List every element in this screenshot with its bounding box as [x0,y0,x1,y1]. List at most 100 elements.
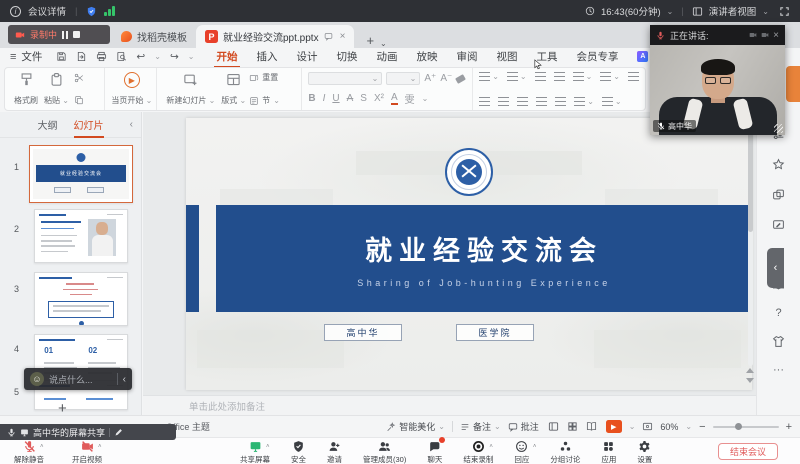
chevron-down-icon[interactable]: ⌄ [762,7,769,16]
normal-view-icon[interactable] [548,421,559,432]
slide-thumbnail-2[interactable] [34,209,128,263]
add-slide-button[interactable]: + [58,400,67,415]
undo-icon[interactable]: ↩ [136,51,145,63]
tab-slideshow[interactable]: 放映 [416,49,437,64]
slide-canvas[interactable]: UNIVERSITY OF SCIENCE & TECHNOLOGY 就业经验交… [143,112,756,395]
video-panel[interactable]: 正在讲话: × 高中华 [650,25,785,135]
bullet-list-icon[interactable]: ⌄ [479,72,499,81]
comment-bubble-icon[interactable] [324,32,333,41]
screen-share-indicator[interactable]: 高中华的屏幕共享 [0,424,176,440]
current-slide[interactable]: UNIVERSITY OF SCIENCE & TECHNOLOGY 就业经验交… [186,118,752,390]
smiley-icon[interactable]: ☺ [30,372,44,386]
paste-button[interactable]: 粘贴 ⌄ [44,72,69,106]
decrease-indent-icon[interactable] [535,72,546,81]
stop-recording-button[interactable]: ˄ 结束录制 [463,440,493,464]
cut-icon[interactable] [74,73,84,83]
undo-chevron-icon[interactable]: ⌄ [154,52,161,61]
grow-font-button[interactable]: A⁺ [424,73,436,84]
chevron-down-icon[interactable]: ⌄ [667,7,674,16]
docer-side-tab[interactable] [786,66,800,102]
rotate-icon[interactable]: ⌄ [602,97,622,106]
smart-beautify-button[interactable]: 智能美化⌄ [386,420,445,433]
collapse-right-panel-tab[interactable]: ‹ [767,248,784,288]
collapse-chat-icon[interactable]: ‹ [123,374,126,385]
more-icon[interactable]: ··· [773,365,784,375]
tab-review[interactable]: 审阅 [456,49,477,64]
superscript-button[interactable]: X² [374,93,384,104]
help-icon[interactable]: ? [775,308,781,318]
start-current-button[interactable]: 当页开始 ⌄ [111,95,152,106]
copy-icon[interactable] [74,95,84,105]
meeting-details-label[interactable]: 会议详情 [28,4,66,18]
close-video-panel-icon[interactable]: × [773,30,779,41]
slides-tab[interactable]: 幻灯片 [74,117,104,132]
skin-theme-icon[interactable] [772,335,785,348]
notes-input[interactable]: 单击此处添加备注 [143,395,756,415]
tab-template-store[interactable]: 找稻壳模板 [112,25,196,48]
participant-video[interactable]: 高中华 [650,45,785,135]
tab-animation[interactable]: 动画 [376,49,397,64]
shrink-font-button[interactable]: A⁻ [440,73,452,84]
annotate-pen-icon[interactable] [114,428,123,437]
slide-thumbnail-3[interactable] [34,272,128,326]
invite-button[interactable]: 邀请 [327,440,342,464]
export-icon[interactable] [76,51,87,62]
stop-recording-button[interactable] [73,31,80,38]
tab-home[interactable]: 开始 [216,49,237,64]
print-icon[interactable] [96,51,107,62]
align-objects-icon[interactable]: ⌄ [574,97,594,106]
collapse-panel-icon[interactable]: ‹ [130,119,133,130]
shadow-button[interactable]: S [360,93,367,104]
italic-button[interactable]: I [323,93,326,104]
breakout-rooms-button[interactable]: 分组讨论 [550,440,580,464]
strikethrough-button[interactable]: A [347,93,354,104]
previous-slide-button[interactable] [746,368,754,373]
chat-button[interactable]: 聊天 [427,440,442,464]
tab-transition[interactable]: 切换 [336,49,357,64]
pause-recording-button[interactable] [62,31,68,39]
shield-check-icon[interactable] [86,6,97,17]
text-direction-icon[interactable]: ⌄ [573,72,593,81]
annotation-pen-icon[interactable] [772,218,785,231]
reactions-button[interactable]: ˄ 回应 [514,440,529,464]
view-mode-label[interactable]: 演讲者视图 [709,4,757,18]
fit-to-window-icon[interactable] [642,421,653,432]
tab-list-chevron-icon[interactable]: ⌄ [380,39,387,48]
align-center-icon[interactable] [498,97,509,106]
shapes-library-icon[interactable] [772,188,785,201]
play-options-chevron-icon[interactable]: ⌄ [629,422,636,431]
zoom-level[interactable]: 60% [660,422,678,432]
hamburger-menu-icon[interactable]: ≡ [10,51,16,63]
numbered-list-icon[interactable]: ⌄ [507,72,527,81]
end-meeting-button[interactable]: 结束会议 [718,443,778,460]
align-right-icon[interactable] [517,97,528,106]
columns-icon[interactable] [628,72,639,81]
share-screen-button[interactable]: ˄ 共享屏幕 [240,440,270,464]
chat-placeholder[interactable]: 说点什么... [49,373,112,386]
clear-format-icon[interactable] [455,74,466,84]
save-icon[interactable] [56,51,67,62]
section-button[interactable]: 节 ⌄ [249,95,280,106]
new-slide-button[interactable]: 新建幻灯片 ⌄ [166,72,215,106]
fullscreen-icon[interactable] [779,6,790,17]
tab-document[interactable]: P 就业经验交流ppt.pptx × [196,25,354,48]
unmute-button[interactable]: ˄ 解除静音 [14,440,44,464]
comments-button[interactable]: 批注 [508,420,539,433]
zoom-in-button[interactable]: + [786,421,792,433]
bold-button[interactable]: B [308,93,315,104]
reading-view-icon[interactable] [586,421,597,432]
zoom-slider[interactable] [713,426,779,428]
apps-button[interactable]: 应用 [601,440,616,464]
tab-member[interactable]: 会员专享 [576,49,618,64]
format-painter-button[interactable]: 格式刷 [14,72,38,106]
next-slide-button[interactable] [746,378,754,383]
outline-tab[interactable]: 大纲 [38,117,58,132]
tab-design[interactable]: 设计 [296,49,317,64]
underline-button[interactable]: U [332,93,339,104]
font-color-button[interactable]: A [391,92,398,105]
history-chevron-icon[interactable]: ⌄ [188,52,195,61]
network-signal-icon[interactable] [104,6,115,16]
slide-sorter-view-icon[interactable] [567,421,578,432]
tab-view[interactable]: 视图 [496,49,517,64]
tab-insert[interactable]: 插入 [256,49,277,64]
